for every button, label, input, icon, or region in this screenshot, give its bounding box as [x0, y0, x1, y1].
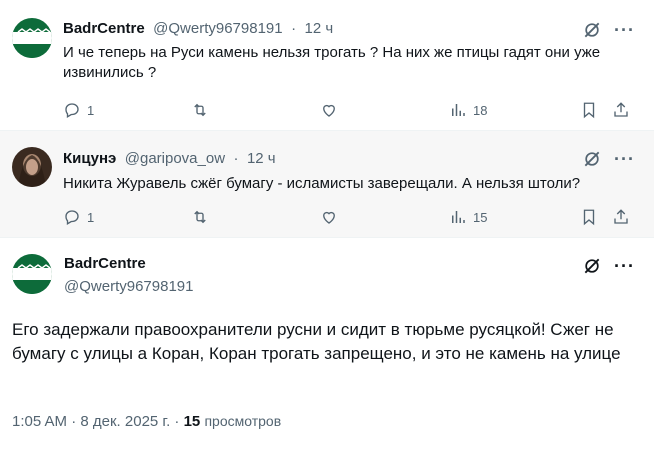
reply-icon	[65, 210, 79, 225]
bookmark-button[interactable]	[580, 208, 598, 226]
separator: ·	[174, 413, 180, 430]
timestamp[interactable]: 12 ч	[305, 20, 334, 37]
retweet-icon	[194, 103, 206, 117]
display-name[interactable]: Кицунэ	[63, 150, 116, 167]
action-bar: 1 18	[63, 101, 638, 121]
tweet-text: Его задержали правоохранители русни и си…	[12, 320, 621, 363]
bookmark-icon	[583, 209, 595, 226]
grok-icon[interactable]	[582, 149, 602, 169]
timestamp[interactable]: 12 ч	[247, 150, 276, 167]
retweet-button[interactable]	[191, 101, 215, 119]
avatar[interactable]	[12, 18, 52, 58]
like-button[interactable]	[320, 101, 344, 119]
views-button[interactable]: 15	[449, 208, 487, 226]
retweet-icon	[194, 210, 206, 224]
share-icon	[614, 102, 628, 117]
display-name[interactable]: BadrCentre	[64, 255, 146, 272]
grok-icon[interactable]	[582, 256, 602, 276]
bookmark-icon	[583, 102, 595, 119]
user-handle[interactable]: @Qwerty96798191	[64, 278, 193, 295]
tweet-meta: 1:05 AM · 8 дек. 2025 г. · 15 просмотров	[12, 413, 281, 430]
views-count: 15	[183, 413, 201, 430]
user-handle[interactable]: @Qwerty96798191	[153, 20, 282, 37]
reply-button[interactable]: 1	[63, 101, 94, 119]
tweet-text: Никита Журавель сжёг бумагу - исламисты …	[63, 175, 581, 192]
avatar[interactable]	[12, 254, 52, 294]
separator: ·	[71, 413, 77, 430]
separator: ·	[233, 150, 239, 167]
heart-icon	[323, 211, 335, 224]
tweet-text: И че теперь на Руси камень нельзя трогат…	[63, 44, 601, 81]
views-count: 18	[473, 102, 488, 118]
reply-icon	[65, 103, 79, 118]
display-name[interactable]: BadrCentre	[63, 20, 145, 37]
views-count: 15	[473, 209, 488, 225]
heart-icon	[323, 104, 335, 117]
more-icon[interactable]: ···	[614, 256, 635, 277]
reply-tweet[interactable]: BadrCentre @Qwerty96798191 · 12 ч ··· И …	[0, 0, 654, 130]
reply-button[interactable]: 1	[63, 208, 94, 226]
action-bar: 1 15	[63, 208, 638, 228]
views-button[interactable]: 18	[449, 101, 487, 119]
bookmark-button[interactable]	[580, 101, 598, 119]
reply-tweet[interactable]: Кицунэ @garipova_ow · 12 ч ··· Никита Жу…	[0, 131, 654, 237]
share-button[interactable]	[612, 101, 630, 119]
tweet-time[interactable]: 1:05 AM	[12, 413, 67, 430]
avatar[interactable]	[12, 147, 52, 187]
user-handle[interactable]: @garipova_ow	[125, 150, 225, 167]
more-icon[interactable]: ···	[614, 149, 635, 170]
divider	[0, 237, 654, 238]
views-label: просмотров	[204, 413, 282, 429]
reply-count: 1	[87, 102, 95, 118]
share-icon	[614, 209, 628, 224]
share-button[interactable]	[612, 208, 630, 226]
retweet-button[interactable]	[191, 208, 215, 226]
separator: ·	[291, 20, 297, 37]
more-icon[interactable]: ···	[614, 20, 635, 41]
views-chart-icon	[452, 104, 465, 116]
tweet-header: BadrCentre @Qwerty96798191 · 12 ч	[63, 20, 337, 38]
like-button[interactable]	[320, 208, 344, 226]
tweet-date[interactable]: 8 дек. 2025 г.	[80, 413, 170, 430]
tweet-header: Кицунэ @garipova_ow · 12 ч	[63, 150, 280, 168]
reply-count: 1	[87, 209, 95, 225]
views-chart-icon	[452, 211, 465, 223]
grok-icon[interactable]	[582, 20, 602, 40]
